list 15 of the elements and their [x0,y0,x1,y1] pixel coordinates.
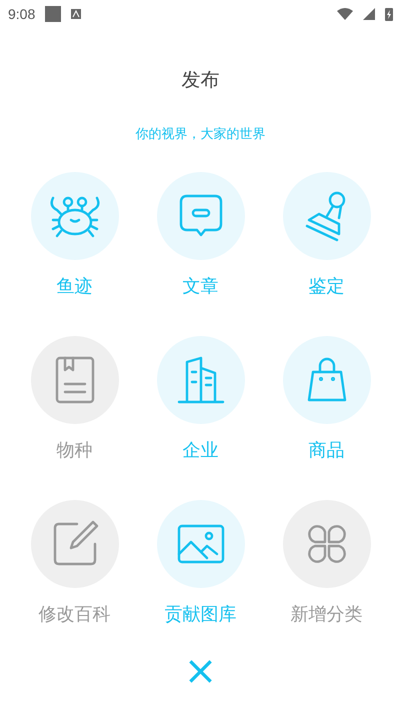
publish-option[interactable]: 企业 [138,336,264,462]
keyboard-icon [71,9,82,19]
publish-option[interactable]: 文章 [138,172,264,298]
wifi-icon [337,8,353,20]
close-button[interactable]: × [180,654,222,688]
subtitle: 你的视界，大家的世界 [136,126,266,144]
page-title: 发布 [182,68,220,92]
publish-option[interactable]: 鉴定 [264,172,390,298]
signal-icon [363,8,375,20]
status-time: 9:08 [8,6,36,22]
publish-option[interactable]: 商品 [264,336,390,462]
publish-option[interactable]: 贡献图库 [138,500,264,626]
notification-icon [45,6,62,22]
publish-option[interactable]: 鱼迹 [12,172,138,298]
battery-icon [385,7,393,21]
